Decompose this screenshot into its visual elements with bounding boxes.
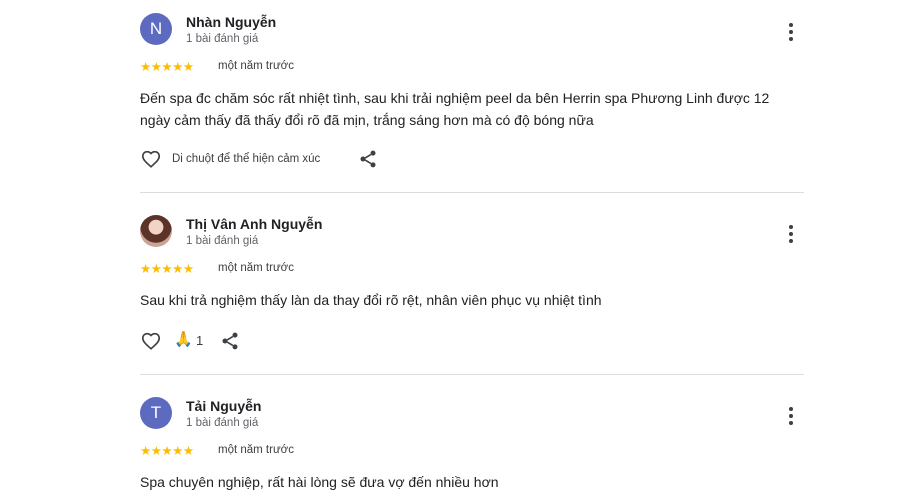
divider xyxy=(140,192,804,193)
review-actions: Di chuột để thể hiện cảm xúc xyxy=(140,148,380,172)
review-count: 1 bài đánh giá xyxy=(186,417,259,429)
star-rating: ★★★★★ xyxy=(140,60,194,74)
review-time: một năm trước xyxy=(218,60,294,72)
reviewer-name[interactable]: Tải Nguyễn xyxy=(186,398,261,414)
review-card: T Tải Nguyễn 1 bài đánh giá ★★★★★ một nă… xyxy=(0,384,900,500)
review-card: N Nhàn Nguyễn 1 bài đánh giá ★★★★★ một n… xyxy=(0,0,900,190)
reaction-hint: Di chuột để thể hiện cảm xúc xyxy=(172,153,321,165)
review-text: Spa chuyên nghiệp, rất hài lòng sẽ đưa v… xyxy=(140,474,499,490)
reviewer-name[interactable]: Thị Vân Anh Nguyễn xyxy=(186,216,322,232)
share-icon[interactable] xyxy=(358,149,378,169)
reviewer-name[interactable]: Nhàn Nguyễn xyxy=(186,14,276,30)
divider xyxy=(140,374,804,375)
review-time: một năm trước xyxy=(218,444,294,456)
review-count: 1 bài đánh giá xyxy=(186,235,259,247)
more-vert-icon[interactable] xyxy=(781,405,801,427)
more-vert-icon[interactable] xyxy=(781,223,801,245)
review-text: Đến spa đc chăm sóc rất nhiệt tình, sau … xyxy=(140,90,770,128)
review-actions: 🙏 1 xyxy=(140,330,250,354)
heart-outline-icon[interactable] xyxy=(140,330,162,352)
share-icon[interactable] xyxy=(220,331,240,351)
avatar[interactable]: T xyxy=(140,397,172,429)
heart-outline-icon[interactable] xyxy=(140,148,162,170)
avatar[interactable]: N xyxy=(140,13,172,45)
reaction-count: 1 xyxy=(196,333,204,348)
more-vert-icon[interactable] xyxy=(781,21,801,43)
star-rating: ★★★★★ xyxy=(140,262,194,276)
review-card: Thị Vân Anh Nguyễn 1 bài đánh giá ★★★★★ … xyxy=(0,202,900,372)
folded-hands-icon[interactable]: 🙏 xyxy=(174,330,193,348)
star-rating: ★★★★★ xyxy=(140,444,194,458)
review-time: một năm trước xyxy=(218,262,294,274)
review-count: 1 bài đánh giá xyxy=(186,33,259,45)
review-text: Sau khi trả nghiệm thấy làn da thay đổi … xyxy=(140,292,602,308)
avatar[interactable] xyxy=(140,215,172,247)
